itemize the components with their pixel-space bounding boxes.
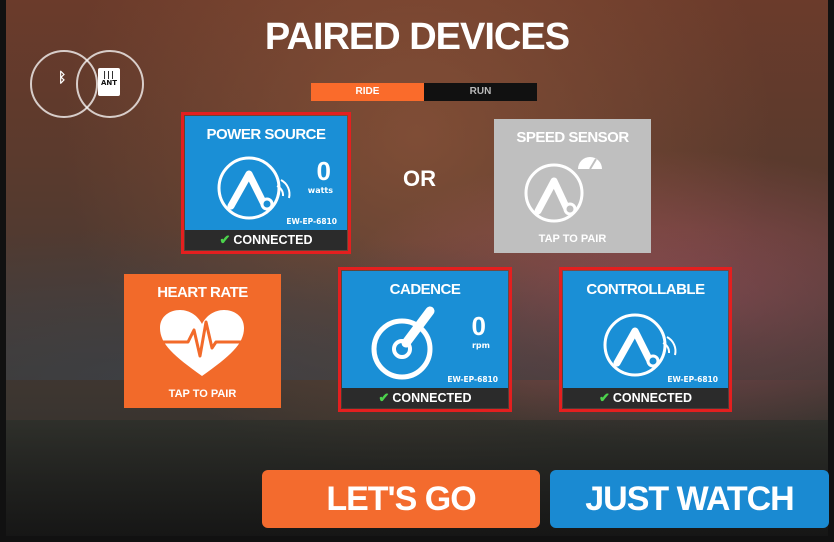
or-label: OR: [403, 166, 436, 191]
tap-to-pair[interactable]: TAP TO PAIR: [124, 388, 281, 400]
selection-frame: [559, 267, 732, 412]
heart-rate-tile[interactable]: HEART RATE TAP TO PAIR: [124, 274, 281, 408]
tab-ride[interactable]: RIDE: [311, 83, 424, 101]
just-watch-button[interactable]: JUST WATCH: [550, 470, 829, 528]
selection-frame: [181, 112, 351, 254]
frame-edge: [828, 0, 834, 542]
heart-icon: [160, 310, 244, 376]
bluetooth-icon: ᛒ: [58, 70, 67, 86]
tile-title: SPEED SENSOR: [516, 129, 629, 146]
sport-toggle[interactable]: RIDE RUN: [311, 83, 537, 101]
frame-edge: [0, 0, 6, 542]
connection-indicators: ᛒ ||| ANT: [30, 48, 148, 122]
ant-bars-icon: |||: [103, 70, 115, 79]
tab-run[interactable]: RUN: [424, 83, 537, 101]
selection-frame: [338, 267, 512, 412]
tap-to-pair[interactable]: TAP TO PAIR: [494, 233, 651, 245]
ant-label: ANT: [100, 79, 118, 87]
ant-icon: ||| ANT: [98, 68, 120, 96]
speed-sensor-icon: [524, 157, 602, 223]
tile-title: HEART RATE: [157, 284, 248, 301]
frame-edge: [0, 536, 834, 542]
lets-go-button[interactable]: LET'S GO: [262, 470, 540, 528]
speed-sensor-tile[interactable]: SPEED SENSOR TAP TO PAIR: [494, 119, 651, 253]
